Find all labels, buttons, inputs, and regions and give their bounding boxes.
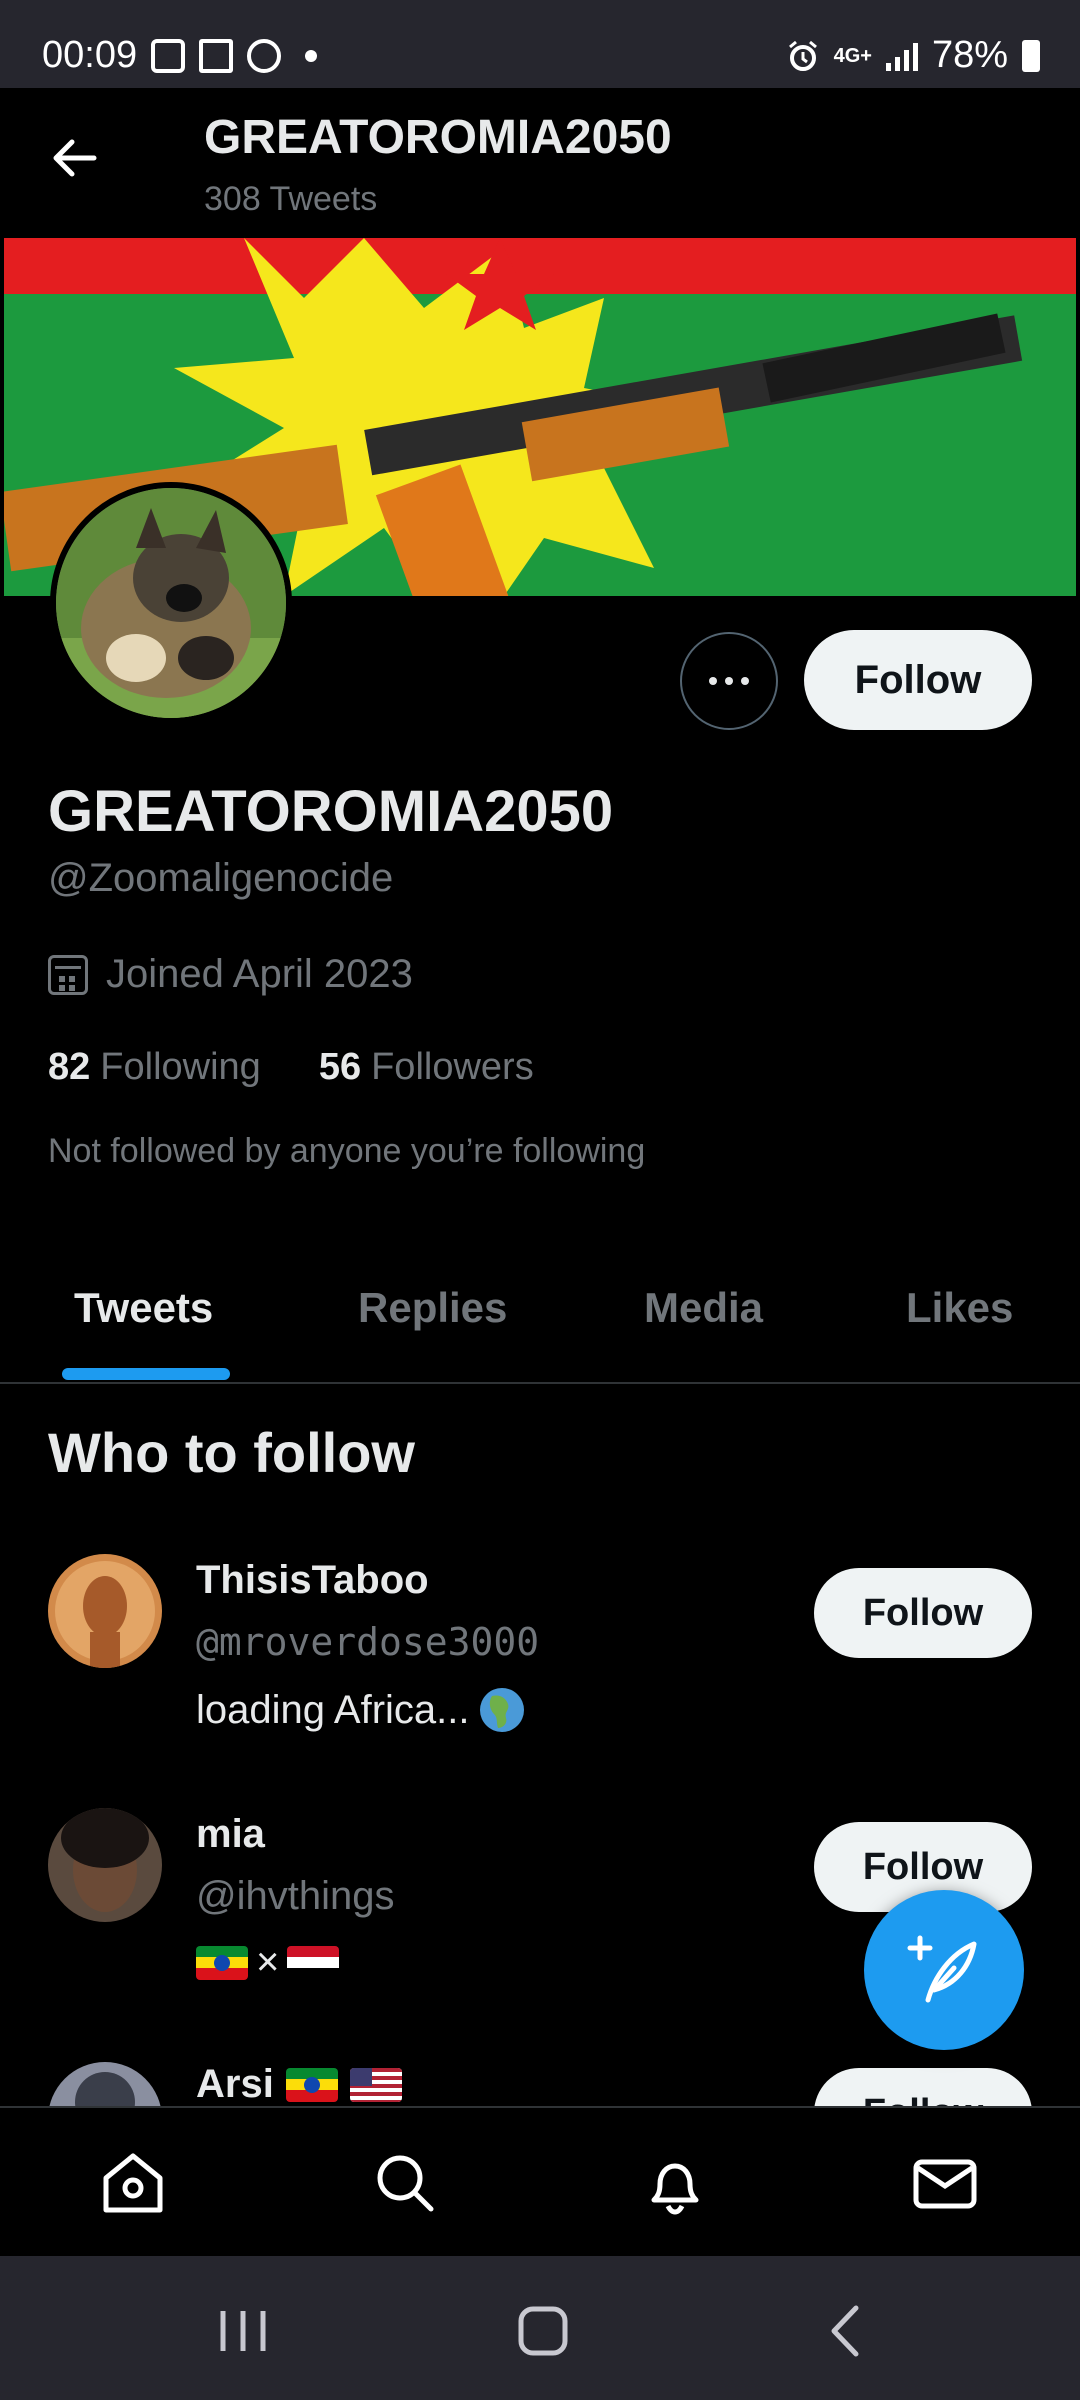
back-arrow-icon[interactable] [44, 128, 104, 188]
following-label: Following [100, 1046, 261, 1088]
header-title: GREATOROMIA2050 [204, 111, 672, 164]
system-navigation-bar [0, 2256, 1080, 2400]
profile-display-name: GREATOROMIA2050 [48, 779, 614, 844]
recent-apps-icon[interactable] [208, 2296, 278, 2366]
tab-likes[interactable]: Likes [906, 1284, 1013, 1332]
dot [725, 677, 733, 685]
profile-header: GREATOROMIA2050 308 Tweets [0, 88, 1080, 238]
followers-label: Followers [371, 1046, 534, 1088]
follow-stats: 82 Following 56 Followers [48, 1046, 534, 1089]
alarm-icon [788, 40, 817, 71]
profile-tabs: Tweets Replies Media Likes [0, 1250, 1080, 1384]
profile-handle: @Zoomaligenocide [48, 856, 394, 900]
suggestion-name-text: Arsi [196, 2062, 274, 2106]
suggestion-row[interactable]: Arsi Follow [0, 2058, 1080, 2106]
tweet-count: 308 Tweets [204, 180, 378, 218]
avatar-image [48, 1808, 162, 1922]
notifications-icon[interactable] [640, 2148, 710, 2218]
bio-text: loading Africa... [196, 1687, 470, 1732]
followers-link[interactable]: 56 Followers [319, 1046, 534, 1089]
joined-text: Joined April 2023 [106, 952, 413, 996]
gmail-notification-icon [199, 38, 234, 73]
back-button-icon[interactable] [812, 2296, 882, 2366]
home-button-icon[interactable] [508, 2296, 578, 2366]
battery-percent: 78% [931, 34, 1008, 76]
active-tab-indicator [62, 1368, 230, 1380]
signal-icon [885, 41, 918, 71]
avatar-image [48, 1554, 162, 1668]
yemen-flag-icon [287, 1945, 340, 1980]
suggestion-follow-button[interactable]: Follow [814, 2068, 1032, 2106]
tab-media[interactable]: Media [644, 1284, 763, 1332]
status-right: 4G+ 78% [786, 34, 1040, 77]
bottom-navigation [0, 2106, 1080, 2256]
avatar-image [48, 2062, 162, 2106]
chat-notification-icon [247, 38, 282, 73]
suggestion-handle: @mroverdose3000 [196, 1620, 540, 1664]
mutuals-note: Not followed by anyone you’re following [48, 1132, 646, 1170]
more-notifications-icon [305, 49, 318, 62]
suggestion-avatar[interactable] [48, 2062, 162, 2106]
bio-text: × [256, 1940, 280, 1984]
home-icon[interactable] [98, 2148, 168, 2218]
tab-tweets[interactable]: Tweets [74, 1284, 213, 1332]
who-to-follow-title: Who to follow [48, 1421, 415, 1484]
globe-africa-icon [479, 1688, 524, 1732]
following-count: 82 [48, 1046, 91, 1088]
suggestion-name[interactable]: Arsi [196, 2062, 402, 2106]
network-type: 4G+ [833, 44, 872, 67]
suggestion-follow-button[interactable]: Follow [814, 1568, 1032, 1658]
suggestion-name[interactable]: ThisisTaboo [196, 1558, 429, 1603]
follow-button[interactable]: Follow [804, 630, 1032, 730]
dot [709, 677, 717, 685]
messages-icon[interactable] [910, 2148, 980, 2218]
status-time: 00:09 [42, 34, 138, 76]
gallery-notification-icon [151, 38, 186, 73]
ethiopia-flag-icon [285, 2067, 338, 2102]
suggestion-bio: × [196, 1940, 340, 1985]
followers-count: 56 [318, 1046, 362, 1088]
usa-flag-icon [349, 2067, 402, 2102]
search-icon[interactable] [370, 2148, 440, 2218]
ethiopia-flag-icon [196, 1945, 248, 1980]
avatar-image [56, 488, 286, 718]
following-link[interactable]: 82 Following [48, 1046, 261, 1089]
compose-tweet-icon [907, 1935, 977, 2003]
calendar-icon [48, 954, 88, 995]
suggestion-name[interactable]: mia [196, 1812, 265, 1857]
suggestion-avatar[interactable] [48, 1554, 162, 1668]
compose-tweet-button[interactable] [864, 1890, 1024, 2050]
battery-icon [1022, 39, 1040, 72]
status-left: 00:09 [42, 34, 318, 77]
profile-avatar[interactable] [50, 482, 292, 724]
suggestion-bio: loading Africa... [196, 1686, 526, 1734]
more-options-button[interactable] [680, 632, 778, 730]
suggestion-handle: @ihvthings [196, 1874, 395, 1918]
tab-replies[interactable]: Replies [358, 1284, 507, 1332]
suggestion-avatar[interactable] [48, 1808, 162, 1922]
dot [741, 677, 749, 685]
joined-date: Joined April 2023 [48, 952, 413, 997]
status-bar: 00:09 4G+ 78% [0, 0, 1080, 88]
